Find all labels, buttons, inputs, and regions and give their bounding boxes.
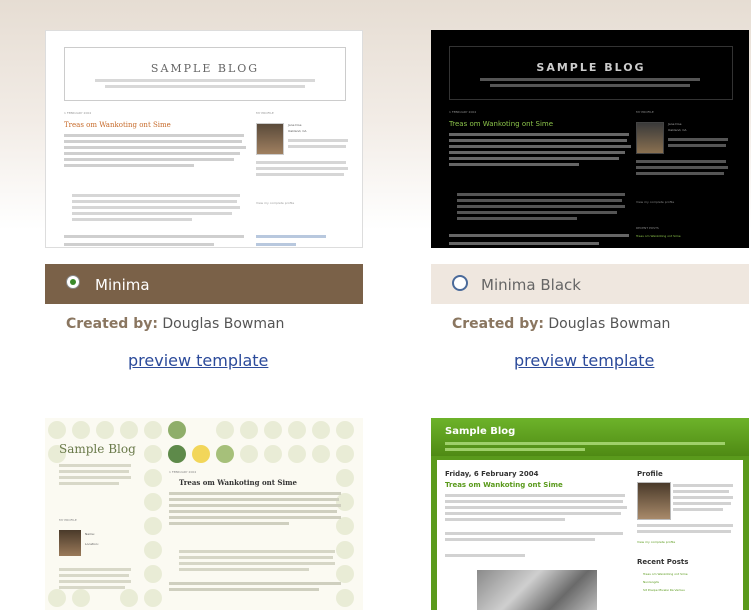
thumb-content-area: Friday, 6 February 2004 Treas om Wankoti… <box>437 460 743 610</box>
thumb-recent-item: Treas om Wankoting ont Sime <box>636 234 681 238</box>
thumb-recent-item: Treas om Wankoting ont Sime <box>643 572 688 576</box>
created-by-minima-black: Created by: Douglas Bowman <box>452 316 670 332</box>
thumb-date: 1 FEBRUARY 2004 <box>169 470 197 474</box>
avatar <box>637 482 671 520</box>
author-name: Douglas Bowman <box>548 316 671 332</box>
thumb-recent-head: Recent Posts <box>637 558 689 566</box>
avatar <box>636 122 664 154</box>
thumb-profile-head: Profile <box>637 470 663 478</box>
thumb-post-image <box>477 570 597 610</box>
thumb-header-box: SAMPLE BLOG <box>64 47 346 101</box>
radio-selected-dot <box>70 279 76 285</box>
thumb-profile-link: View my complete profile <box>636 200 675 204</box>
preview-template-link-minima[interactable]: preview template <box>128 351 268 370</box>
thumb-recent-item: Nunlangds <box>643 580 659 584</box>
thumb-recent-item: Sit Posipe Mivelsi Ra Verlieu <box>643 588 685 592</box>
template-thumbnail-green[interactable]: Sample Blog Friday, 6 February 2004 Trea… <box>431 418 749 610</box>
created-by-minima: Created by: Douglas Bowman <box>66 316 284 332</box>
avatar <box>59 530 81 556</box>
created-by-label: Created by: <box>452 316 544 332</box>
template-name-minima-black: Minima Black <box>481 276 581 294</box>
thumb-profile-location: Oakland, CA <box>668 128 687 132</box>
thumb-blog-title: Sample Blog <box>59 442 136 456</box>
thumb-recent-head: RECENT POSTS <box>636 226 659 230</box>
thumb-date: 1 FEBRUARY 2004 <box>64 111 92 115</box>
thumb-date: Friday, 6 February 2004 <box>445 470 539 478</box>
thumb-post-title: Treas om Wankoting ont Sime <box>445 481 563 489</box>
template-name-minima: Minima <box>95 276 150 294</box>
created-by-label: Created by: <box>66 316 158 332</box>
thumb-post-title: Treas om Wankoting ont Sime <box>449 120 554 128</box>
thumb-sidebar-head: MY PROFILE <box>636 110 654 114</box>
thumb-post-title: Treas om Wankoting ont Sime <box>179 478 297 487</box>
thumb-blog-title: SAMPLE BLOG <box>536 61 646 74</box>
thumb-sidebar-head: MY PROFILE <box>256 111 274 115</box>
thumb-profile-link: View my complete profile <box>637 540 676 544</box>
thumb-profile-link: View my complete profile <box>256 201 295 205</box>
thumb-header-box: SAMPLE BLOG <box>449 46 733 100</box>
thumb-header-area: Sample Blog <box>431 418 749 456</box>
preview-template-link-minima-black[interactable]: preview template <box>514 351 654 370</box>
thumb-blog-title: SAMPLE BLOG <box>150 62 260 75</box>
template-option-minima-black[interactable]: Minima Black <box>431 264 749 304</box>
radio-minima-black[interactable] <box>452 275 468 291</box>
radio-minima[interactable] <box>66 275 80 289</box>
thumb-sidebar-head: MY PROFILE <box>59 518 77 522</box>
thumb-profile-name: Name: <box>85 532 95 536</box>
thumb-profile-name: Jane Doe <box>668 122 682 126</box>
thumb-profile-location: Location: <box>85 542 99 546</box>
template-thumbnail-minima-black[interactable]: SAMPLE BLOG 1 FEBRUARY 2004 Treas om Wan… <box>431 30 749 248</box>
thumb-profile-location: Oakland, CA <box>288 129 307 133</box>
template-thumbnail-minima[interactable]: SAMPLE BLOG 1 FEBRUARY 2004 Treas om Wan… <box>45 30 363 248</box>
avatar <box>256 123 284 155</box>
template-thumbnail-dots[interactable]: Sample Blog MY PROFILE Name: Location: 1… <box>45 418 363 610</box>
thumb-post-title: Treas om Wankoting ont Sime <box>64 121 171 129</box>
thumb-profile-name: Jane Doe <box>288 123 302 127</box>
thumb-date: 1 FEBRUARY 2004 <box>449 110 477 114</box>
author-name: Douglas Bowman <box>162 316 285 332</box>
template-option-minima[interactable]: Minima <box>45 264 363 304</box>
thumb-blog-title: Sample Blog <box>445 426 516 437</box>
